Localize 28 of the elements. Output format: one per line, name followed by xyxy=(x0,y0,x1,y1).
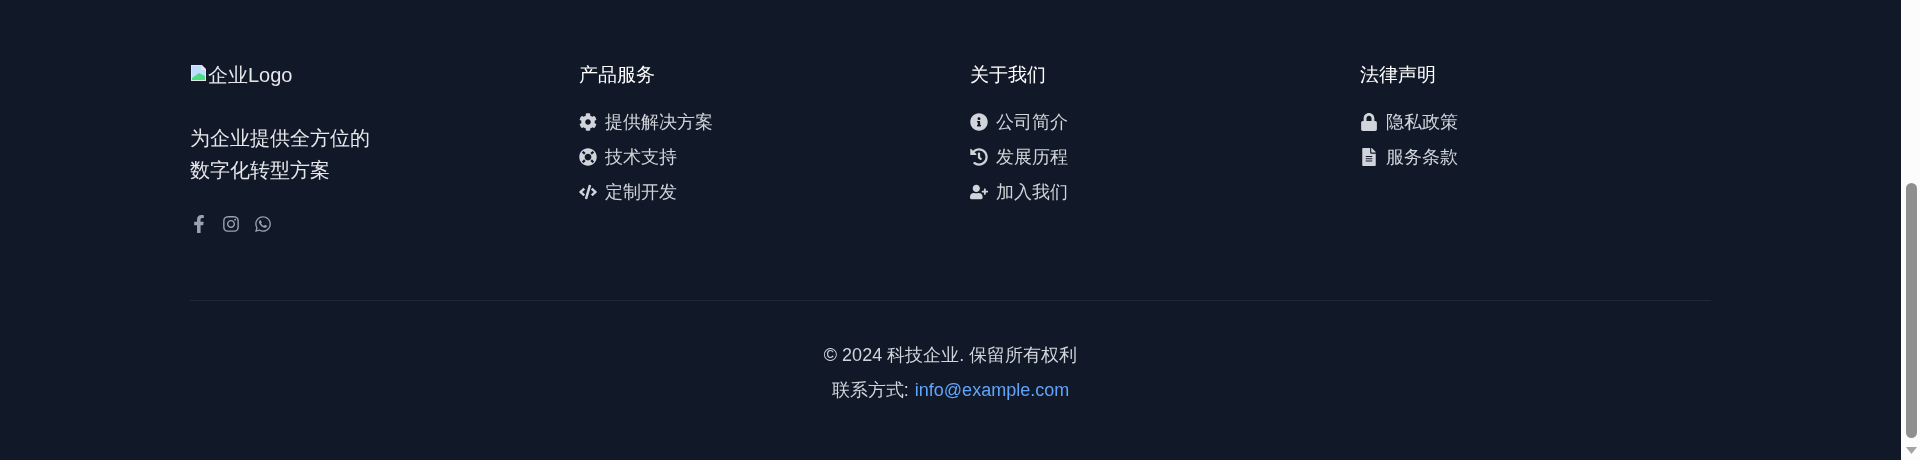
footer-link[interactable]: 定制开发 xyxy=(605,179,677,204)
contact-label: 联系方式: xyxy=(831,379,909,402)
column-heading: 关于我们 xyxy=(970,63,1046,87)
email-link[interactable]: info@example.com xyxy=(914,376,1070,404)
footer-link[interactable]: 提供解决方案 xyxy=(605,109,713,134)
footer-link[interactable]: 发展历程 xyxy=(996,144,1068,169)
footer-link[interactable]: 公司简介 xyxy=(996,109,1068,134)
whatsapp-icon[interactable] xyxy=(254,215,272,233)
footer-link[interactable]: 技术支持 xyxy=(605,144,677,169)
column-heading: 产品服务 xyxy=(579,63,655,87)
add-user-icon xyxy=(970,182,988,201)
document-icon xyxy=(1360,147,1378,166)
broken-image-icon xyxy=(190,64,208,82)
copyright-text: © 2024 科技企业. 保留所有权利 xyxy=(823,344,1078,367)
footer-link[interactable]: 加入我们 xyxy=(996,179,1068,204)
column-heading: 法律声明 xyxy=(1360,63,1436,87)
gear-icon xyxy=(579,112,597,131)
info-icon xyxy=(970,112,988,131)
scrollbar[interactable] xyxy=(1901,0,1920,460)
tagline: 为企业提供全方位的 数字化转型方案 xyxy=(190,126,370,183)
footer-link[interactable]: 服务条款 xyxy=(1386,144,1458,169)
history-icon xyxy=(970,147,988,166)
logo-alt-text: 企业Logo xyxy=(208,63,293,88)
code-icon xyxy=(579,182,597,201)
instagram-icon[interactable] xyxy=(222,215,240,233)
life-ring-icon xyxy=(579,147,597,166)
footer-link[interactable]: 隐私政策 xyxy=(1386,109,1458,134)
lock-icon xyxy=(1360,112,1378,131)
